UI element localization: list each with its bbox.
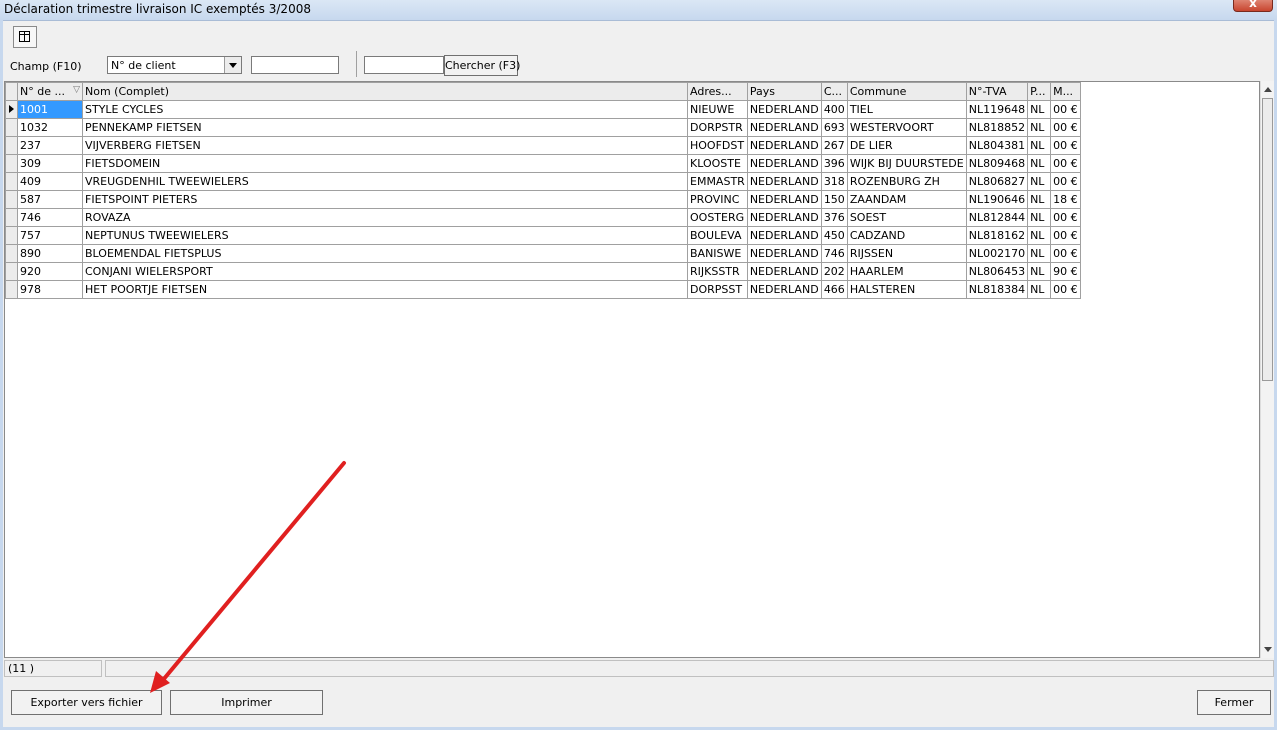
annotation-arrow bbox=[150, 461, 346, 693]
arrow-shaft bbox=[156, 461, 346, 688]
